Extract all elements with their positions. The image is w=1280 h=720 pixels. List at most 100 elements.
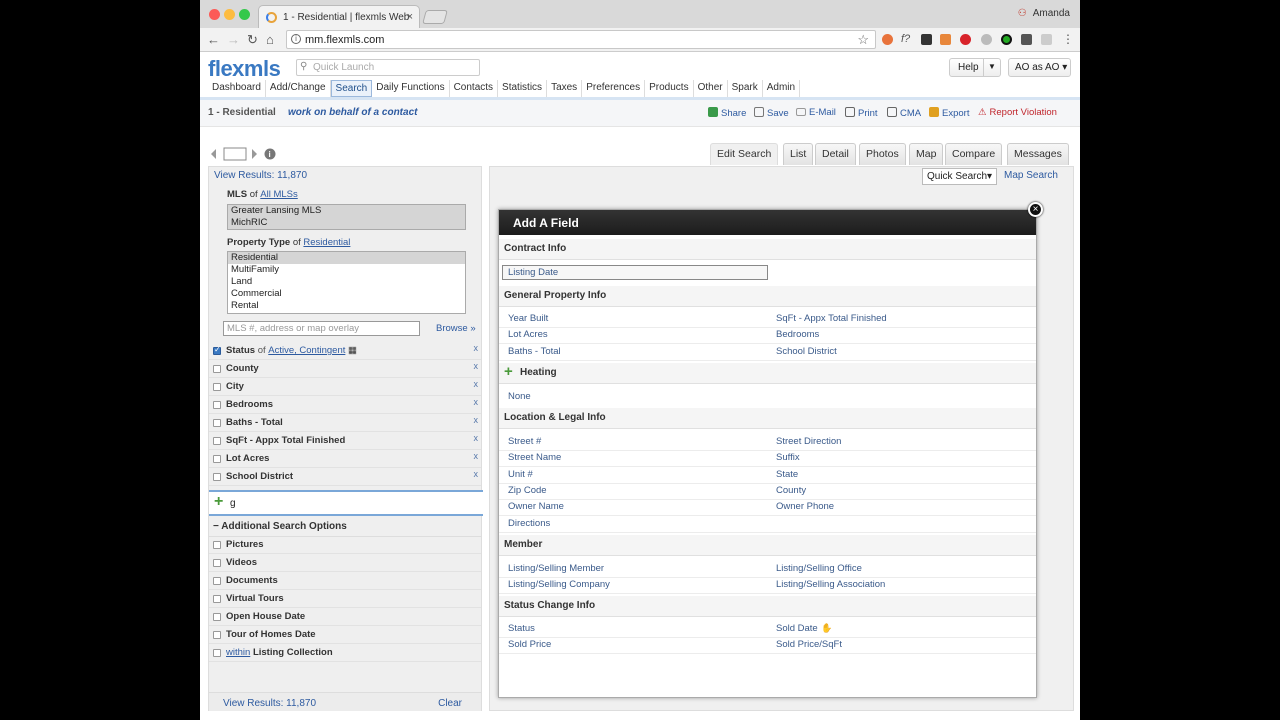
field-option[interactable]: School District (776, 346, 837, 357)
field-option[interactable]: Sold Date (776, 623, 818, 634)
field-option[interactable]: Street # (508, 436, 541, 447)
previous-icon[interactable] (211, 149, 216, 159)
extension-icon[interactable] (981, 34, 992, 45)
quick-launch-input[interactable]: ⚲ Quick Launch (296, 59, 480, 76)
view-results-link[interactable]: View Results: 11,870 (223, 698, 316, 709)
save-button[interactable]: Save (754, 107, 789, 119)
field-option[interactable]: Owner Name (508, 501, 564, 512)
reload-icon[interactable]: ↻ (247, 32, 258, 48)
field-option[interactable]: Status (508, 623, 535, 634)
quick-search-dropdown[interactable]: Quick Search▾ (922, 168, 998, 185)
field-option[interactable]: Street Name (508, 452, 561, 463)
nav-item-contacts[interactable]: Contacts (450, 80, 499, 97)
remove-criteria-icon[interactable]: x (474, 361, 479, 371)
criteria-checkbox[interactable] (213, 455, 221, 463)
field-option[interactable]: Bedrooms (776, 329, 819, 340)
help-button[interactable]: Help ▼ (949, 58, 1001, 77)
field-option[interactable]: Listing Date (508, 267, 558, 278)
export-button[interactable]: Export (929, 107, 969, 119)
field-option[interactable]: Owner Phone (776, 501, 834, 512)
nav-item-products[interactable]: Products (645, 80, 694, 97)
option-checkbox[interactable] (213, 595, 221, 603)
new-tab-button[interactable] (422, 10, 448, 24)
site-info-icon[interactable]: i (291, 34, 301, 44)
bookmark-star-icon[interactable]: ☆ (857, 32, 869, 48)
profile-button[interactable]: ⚇ Amanda (1018, 8, 1070, 19)
tab-photos[interactable]: Photos (859, 143, 906, 165)
report-violation-button[interactable]: ⚠ Report Violation (978, 107, 1057, 118)
map-search-link[interactable]: Map Search (1004, 170, 1058, 181)
remove-criteria-icon[interactable]: x (474, 397, 479, 407)
tab-list[interactable]: List (783, 143, 814, 165)
list-item[interactable]: MichRIC (228, 217, 465, 229)
status-values-link[interactable]: Active, Contingent (268, 345, 345, 356)
all-mlss-link[interactable]: All MLSs (260, 189, 297, 200)
tab-detail[interactable]: Detail (815, 143, 856, 165)
mls-listbox[interactable]: Greater Lansing MLS MichRIC (227, 204, 466, 230)
field-option[interactable]: State (776, 469, 798, 480)
status-checkbox[interactable] (213, 345, 221, 355)
tab-edit-search[interactable]: Edit Search (710, 143, 779, 165)
nav-item-daily-functions[interactable]: Daily Functions (372, 80, 450, 97)
add-field-input[interactable]: + g (209, 490, 483, 516)
field-option[interactable]: Listing/Selling Company (508, 579, 610, 590)
close-dialog-button[interactable]: × (1028, 202, 1043, 217)
field-option[interactable]: County (776, 485, 806, 496)
view-results-link[interactable]: View Results: 11,870 (214, 170, 307, 181)
calendar-icon[interactable]: ▦ (348, 345, 357, 356)
field-option[interactable]: Directions (508, 518, 550, 529)
additional-search-options-header[interactable]: − Additional Search Options (209, 519, 481, 537)
field-option[interactable]: Listing/Selling Office (776, 563, 862, 574)
option-checkbox[interactable] (213, 541, 221, 549)
menu-kebab-icon[interactable]: ⋮ (1062, 32, 1074, 46)
nav-item-admin[interactable]: Admin (763, 80, 801, 97)
mls-address-input[interactable]: MLS #, address or map overlay (223, 321, 420, 336)
criteria-checkbox[interactable] (213, 473, 221, 481)
remove-criteria-icon[interactable]: x (474, 451, 479, 461)
email-button[interactable]: E-Mail (796, 107, 836, 118)
extension-icon[interactable] (1041, 34, 1052, 45)
list-item[interactable]: Greater Lansing MLS (228, 205, 465, 217)
pinterest-icon[interactable] (960, 34, 971, 45)
extension-icon[interactable] (1021, 34, 1032, 45)
remove-criteria-icon[interactable]: x (474, 415, 479, 425)
field-option[interactable]: Sold Price (508, 639, 551, 650)
field-option[interactable]: Unit # (508, 469, 533, 480)
browser-tab[interactable]: 1 - Residential | flexmls Web × (258, 5, 420, 28)
option-checkbox[interactable] (213, 559, 221, 567)
address-bar[interactable]: i mm.flexmls.com ☆ (286, 30, 876, 49)
within-checkbox[interactable] (213, 649, 221, 657)
browse-link[interactable]: Browse » (436, 323, 476, 334)
field-option[interactable]: Listing/Selling Association (776, 579, 885, 590)
nav-item-statistics[interactable]: Statistics (498, 80, 548, 97)
nav-item-add-change[interactable]: Add/Change (266, 80, 331, 97)
minimize-window-button[interactable] (224, 9, 235, 20)
chevron-down-icon[interactable]: ▼ (983, 59, 1000, 76)
flexmls-logo[interactable]: flexmls (208, 56, 281, 82)
criteria-checkbox[interactable] (213, 419, 221, 427)
share-button[interactable]: Share (708, 107, 746, 119)
remove-criteria-icon[interactable]: x (474, 379, 479, 389)
next-icon[interactable] (252, 149, 257, 159)
field-option[interactable]: None (508, 391, 531, 402)
field-option[interactable]: Sold Price/SqFt (776, 639, 842, 650)
field-option[interactable]: Year Built (508, 313, 548, 324)
tab-compare[interactable]: Compare (945, 143, 1003, 165)
field-option[interactable]: Suffix (776, 452, 800, 463)
criteria-checkbox[interactable] (213, 365, 221, 373)
option-checkbox[interactable] (213, 577, 221, 585)
list-item[interactable]: Rental (228, 300, 465, 312)
criteria-checkbox[interactable] (213, 437, 221, 445)
tab-messages[interactable]: Messages (1007, 143, 1069, 165)
list-item[interactable]: Commercial (228, 288, 465, 300)
home-icon[interactable]: ⌂ (266, 32, 274, 47)
nav-item-dashboard[interactable]: Dashboard (208, 80, 266, 97)
field-option[interactable]: Listing/Selling Member (508, 563, 604, 574)
print-button[interactable]: Print (845, 107, 878, 119)
clear-link[interactable]: Clear (438, 698, 462, 709)
list-item[interactable]: Land (228, 276, 465, 288)
property-type-listbox[interactable]: Residential MultiFamily Land Commercial … (227, 251, 466, 314)
remove-criteria-icon[interactable]: x (474, 343, 479, 353)
extension-icon[interactable] (882, 34, 893, 45)
property-type-link[interactable]: Residential (303, 237, 350, 248)
